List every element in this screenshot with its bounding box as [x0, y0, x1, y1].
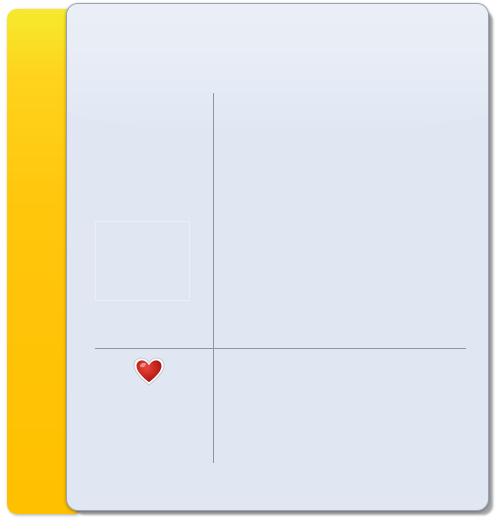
- grid-divider-horizontal: [95, 348, 466, 349]
- grid-cell-top-left[interactable]: [95, 93, 213, 348]
- grid-cell-bottom-right[interactable]: [214, 349, 466, 463]
- window: [0, 0, 497, 523]
- grid-divider-vertical: [213, 93, 214, 463]
- heart-icon[interactable]: [133, 357, 165, 387]
- grid-cell-top-right[interactable]: [214, 93, 466, 348]
